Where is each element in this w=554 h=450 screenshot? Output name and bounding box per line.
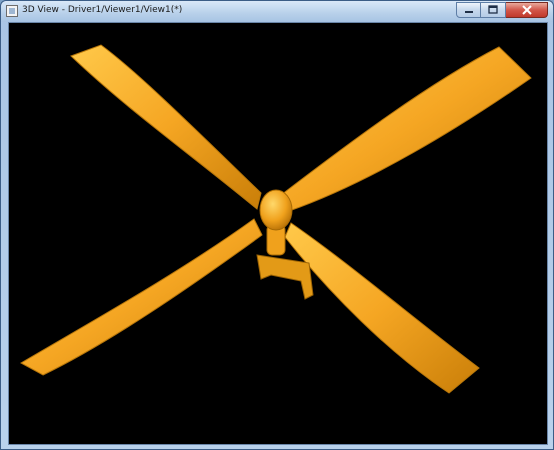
blade-upper-left — [70, 44, 262, 210]
propeller-model — [19, 44, 532, 394]
3d-viewport[interactable] — [8, 22, 548, 445]
minimize-button[interactable] — [456, 2, 481, 18]
maximize-button[interactable] — [481, 2, 506, 18]
blade-lower-left — [19, 218, 263, 376]
caption-buttons — [456, 2, 548, 18]
hub-spinner — [259, 189, 293, 231]
blade-lower-right — [284, 222, 480, 394]
maximize-icon — [488, 5, 498, 14]
window-title: 3D View - Driver1/Viewer1/View1(*) — [22, 5, 183, 15]
minimize-icon — [464, 11, 473, 13]
app-window: 3D View - Driver1/Viewer1/View1(*) — [0, 0, 554, 450]
close-button[interactable] — [506, 2, 548, 18]
title-bar[interactable]: 3D View - Driver1/Viewer1/View1(*) — [1, 1, 553, 22]
close-icon — [521, 5, 532, 15]
app-window-icon[interactable] — [6, 5, 18, 17]
blade-upper-right — [280, 46, 532, 212]
